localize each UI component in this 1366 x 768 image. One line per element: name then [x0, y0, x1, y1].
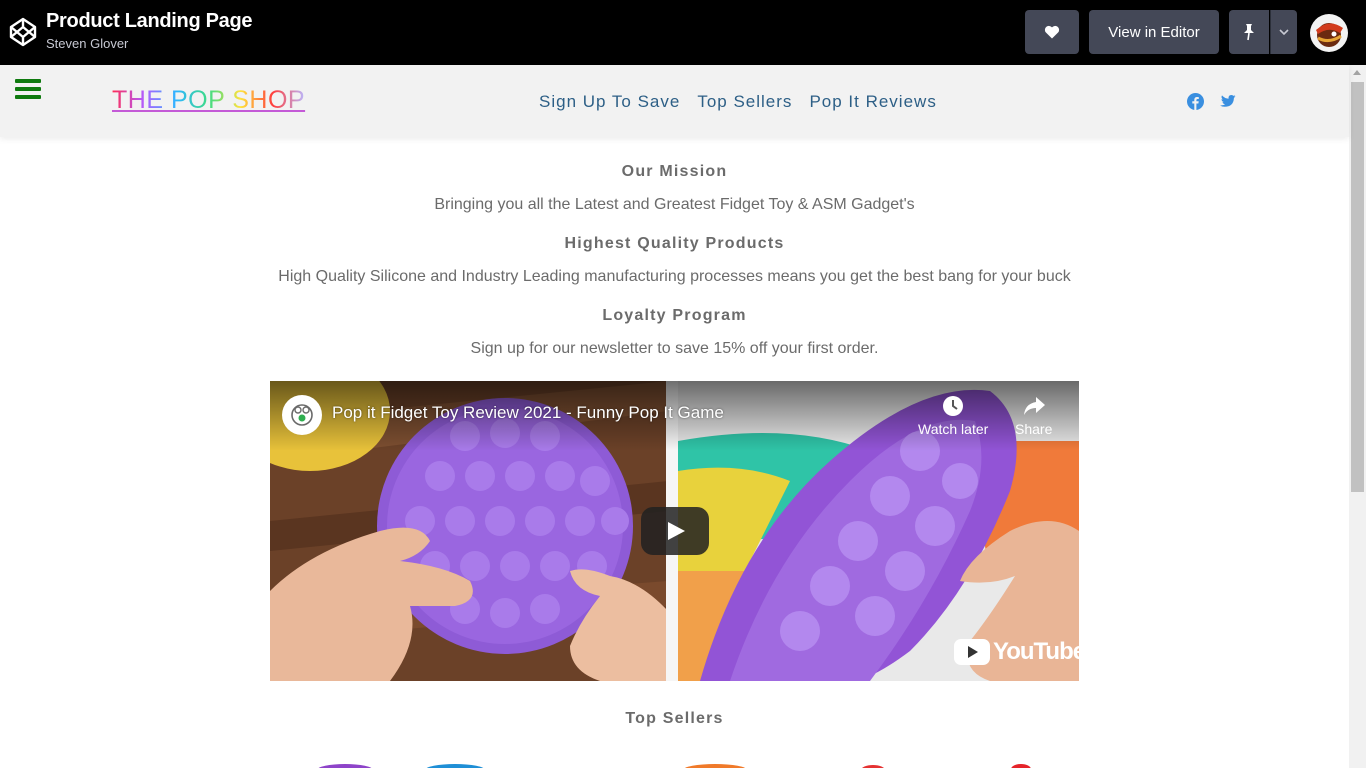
scrollbar-thumb[interactable]: [1351, 82, 1364, 492]
love-button[interactable]: [1025, 10, 1079, 54]
top-sellers-heading: Top Sellers: [625, 710, 724, 727]
nav-link-sign-up[interactable]: Sign Up To Save: [539, 92, 680, 112]
share-button[interactable]: Share: [1015, 395, 1052, 437]
play-button[interactable]: [641, 507, 709, 555]
product-thumb-1: [318, 764, 372, 768]
watch-later-button[interactable]: Watch later: [918, 395, 988, 437]
site-navbar: THE POP SHOP Sign Up To Save Top Sellers…: [0, 65, 1349, 137]
scroll-up-arrow-icon[interactable]: [1353, 70, 1361, 75]
loyalty-text: Sign up for our newsletter to save 15% o…: [470, 340, 879, 357]
twitter-icon[interactable]: [1219, 93, 1236, 110]
quality-heading: Highest Quality Products: [564, 235, 785, 252]
product-thumb-3: [684, 764, 746, 768]
mission-heading: Our Mission: [621, 163, 728, 180]
youtube-video-embed[interactable]: Pop it Fidget Toy Review 2021 - Funny Po…: [270, 381, 1079, 681]
youtube-wordmark: YouTube: [993, 638, 1079, 665]
video-title[interactable]: Pop it Fidget Toy Review 2021 - Funny Po…: [332, 403, 724, 423]
pen-title: Product Landing Page: [46, 10, 253, 32]
nav-link-reviews[interactable]: Pop It Reviews: [809, 92, 936, 112]
channel-avatar[interactable]: [282, 395, 322, 435]
chevron-down-icon: [1279, 28, 1289, 35]
pin-icon: [1244, 24, 1254, 41]
nav-links: Sign Up To Save Top Sellers Pop It Revie…: [539, 92, 954, 112]
youtube-play-icon: [954, 639, 990, 665]
share-arrow-icon: [1023, 397, 1045, 415]
view-in-editor-button[interactable]: View in Editor: [1089, 10, 1219, 54]
clock-icon: [943, 396, 964, 416]
youtube-logo[interactable]: YouTube: [954, 638, 1079, 666]
share-label: Share: [1015, 421, 1053, 437]
nav-link-top-sellers[interactable]: Top Sellers: [697, 92, 792, 112]
channel-logo-icon: [291, 404, 313, 426]
user-avatar[interactable]: [1310, 14, 1348, 52]
pin-dropdown-button[interactable]: [1270, 10, 1297, 54]
watch-later-label: Watch later: [918, 421, 989, 437]
hamburger-menu-icon[interactable]: [15, 79, 41, 101]
pen-author[interactable]: Steven Glover: [46, 36, 128, 51]
codepen-header: Product Landing Page Steven Glover View …: [0, 0, 1366, 65]
product-thumb-2: [426, 764, 484, 768]
loyalty-heading: Loyalty Program: [602, 307, 747, 324]
facebook-icon[interactable]: [1187, 93, 1204, 110]
pin-button[interactable]: [1229, 10, 1269, 54]
product-thumb-5: [1011, 764, 1031, 768]
quality-text: High Quality Silicone and Industry Leadi…: [278, 268, 1071, 285]
brand-logo[interactable]: THE POP SHOP: [112, 86, 305, 115]
mission-text: Bringing you all the Latest and Greatest…: [434, 196, 915, 213]
heart-icon: [1044, 25, 1060, 39]
product-row: [318, 764, 1031, 768]
codepen-logo-icon[interactable]: [8, 16, 38, 48]
